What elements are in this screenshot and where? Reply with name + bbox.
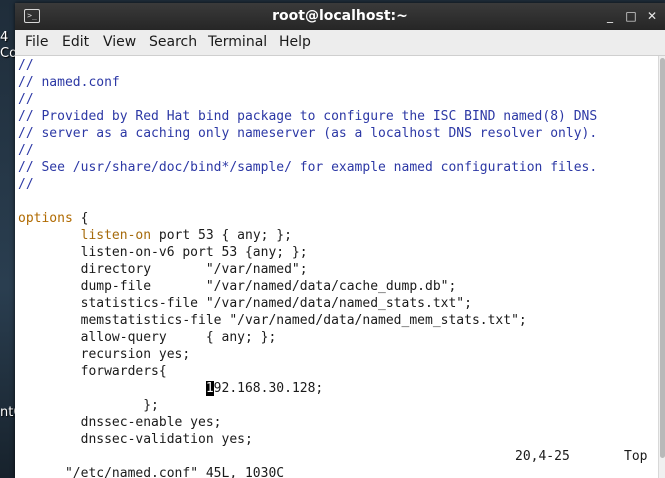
editor-line: // Provided by Red Hat bind package to c… <box>18 109 598 124</box>
editor-line: // See /usr/share/doc/bind*/sample/ for … <box>18 160 598 175</box>
editor-line: }; <box>18 398 159 413</box>
syntax-text: { <box>72 211 89 226</box>
editor-line: // <box>18 92 34 107</box>
vim-status-line: "/etc/named.conf" 45L, 1030C 20,4-25 Top <box>18 448 654 478</box>
editor-line: dnssec-validation yes; <box>18 432 253 447</box>
editor-line: // <box>18 143 34 158</box>
editor-line: forwarders{ <box>18 364 167 379</box>
status-cursor-position: 20,4-25 <box>515 449 570 464</box>
editor-line: // <box>18 58 34 73</box>
editor-line: recursion yes; <box>18 347 191 362</box>
menu-file[interactable]: File <box>25 30 48 55</box>
terminal-window: >_ root@localhost:~ _ □ ✕ File Edit View… <box>15 3 665 478</box>
menu-terminal[interactable]: Terminal <box>208 30 267 55</box>
editor-line: // named.conf <box>18 75 120 90</box>
editor-line: // <box>18 177 34 192</box>
desktop-icon-label: 4 <box>0 30 9 45</box>
syntax-text: 92.168.30.128; <box>213 381 324 396</box>
editor-line: dnssec-enable yes; <box>18 415 222 430</box>
title-bar[interactable]: >_ root@localhost:~ _ □ ✕ <box>15 3 665 30</box>
editor-line: dump-file "/var/named/data/cache_dump.db… <box>18 279 457 294</box>
syntax-keyword: options <box>18 211 73 226</box>
menu-search[interactable]: Search <box>149 30 197 55</box>
minimize-button[interactable]: _ <box>601 7 619 25</box>
editor-line: allow-query { any; }; <box>18 330 277 345</box>
editor-line: directory "/var/named"; <box>18 262 308 277</box>
text-cursor: 1 <box>205 381 214 396</box>
status-file-info: "/etc/named.conf" 45L, 1030C <box>64 466 285 478</box>
close-button[interactable]: ✕ <box>643 7 661 25</box>
editor-line: statistics-file "/var/named/data/named_s… <box>18 296 472 311</box>
window-title: root@localhost:~ <box>272 8 408 24</box>
syntax-indent <box>18 381 206 396</box>
editor-line: listen-on port 53 { any; }; <box>18 227 292 244</box>
syntax-text: port 53 { any; }; <box>151 228 292 243</box>
maximize-button[interactable]: □ <box>622 7 640 25</box>
terminal-content[interactable]: // // named.conf // // Provided by Red H… <box>15 56 658 478</box>
editor-line: options { <box>18 210 88 227</box>
editor-line: 192.168.30.128; <box>18 380 323 397</box>
status-scroll-position: Top <box>624 449 648 464</box>
editor-line: // server as a caching only nameserver (… <box>18 126 598 141</box>
menu-view[interactable]: View <box>103 30 136 55</box>
editor-line: listen-on-v6 port 53 {any; }; <box>18 245 308 260</box>
editor-line: memstatistics-file "/var/named/data/name… <box>18 313 527 328</box>
syntax-keyword: listen-on <box>80 228 152 243</box>
menu-edit[interactable]: Edit <box>62 30 89 55</box>
menu-help[interactable]: Help <box>279 30 311 55</box>
menu-bar: File Edit View Search Terminal Help <box>15 30 665 56</box>
scrollbar-thumb[interactable] <box>660 58 665 458</box>
syntax-indent <box>18 228 81 243</box>
vertical-scrollbar[interactable] <box>658 56 665 478</box>
